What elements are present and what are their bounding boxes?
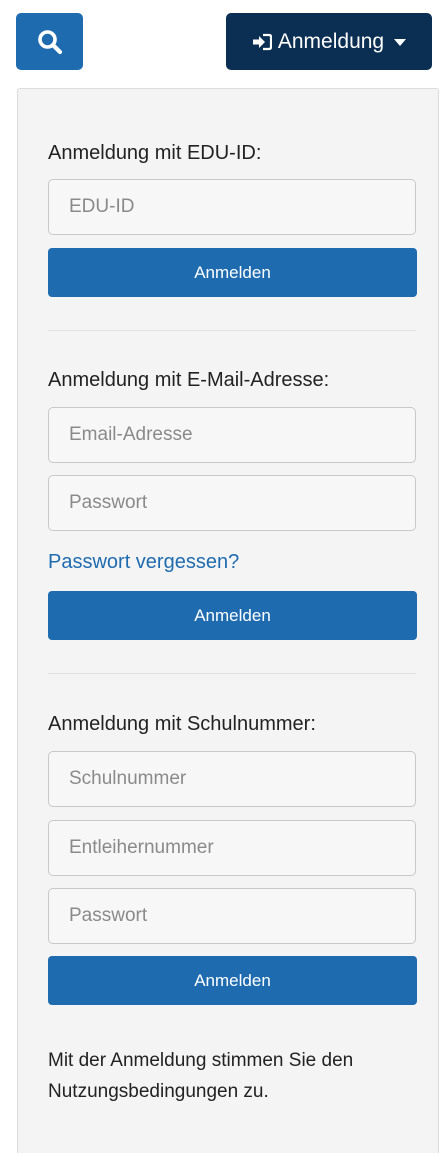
forgot-password-link[interactable]: Passwort vergessen? xyxy=(48,551,239,574)
top-bar: Anmeldung xyxy=(0,0,440,80)
login-panel: Anmeldung mit EDU-ID: Anmelden Anmeldung… xyxy=(17,88,439,1153)
edu-id-heading: Anmeldung mit EDU-ID: xyxy=(48,142,262,164)
caret-down-icon xyxy=(394,39,407,46)
school-login-button[interactable]: Anmelden xyxy=(48,956,417,1005)
email-heading: Anmeldung mit E-Mail-Adresse: xyxy=(48,369,330,391)
login-dropdown-toggle[interactable]: Anmeldung xyxy=(226,13,432,70)
school-heading: Anmeldung mit Schulnummer: xyxy=(48,713,316,735)
section-divider xyxy=(48,673,416,674)
edu-id-login-button[interactable]: Anmelden xyxy=(48,248,417,297)
terms-notice: Mit der Anmeldung stimmen Sie den Nutzun… xyxy=(48,1050,354,1102)
email-password-input[interactable] xyxy=(48,475,416,531)
sign-in-icon xyxy=(252,33,272,50)
search-icon xyxy=(37,29,62,54)
email-input[interactable] xyxy=(48,407,416,463)
school-number-input[interactable] xyxy=(48,751,416,807)
email-login-button[interactable]: Anmelden xyxy=(48,591,417,640)
borrower-number-input[interactable] xyxy=(48,820,416,876)
school-password-input[interactable] xyxy=(48,888,416,944)
login-toggle-label: Anmeldung xyxy=(277,29,385,53)
search-button[interactable] xyxy=(16,13,83,70)
edu-id-input[interactable] xyxy=(48,179,416,235)
section-divider xyxy=(48,330,416,331)
